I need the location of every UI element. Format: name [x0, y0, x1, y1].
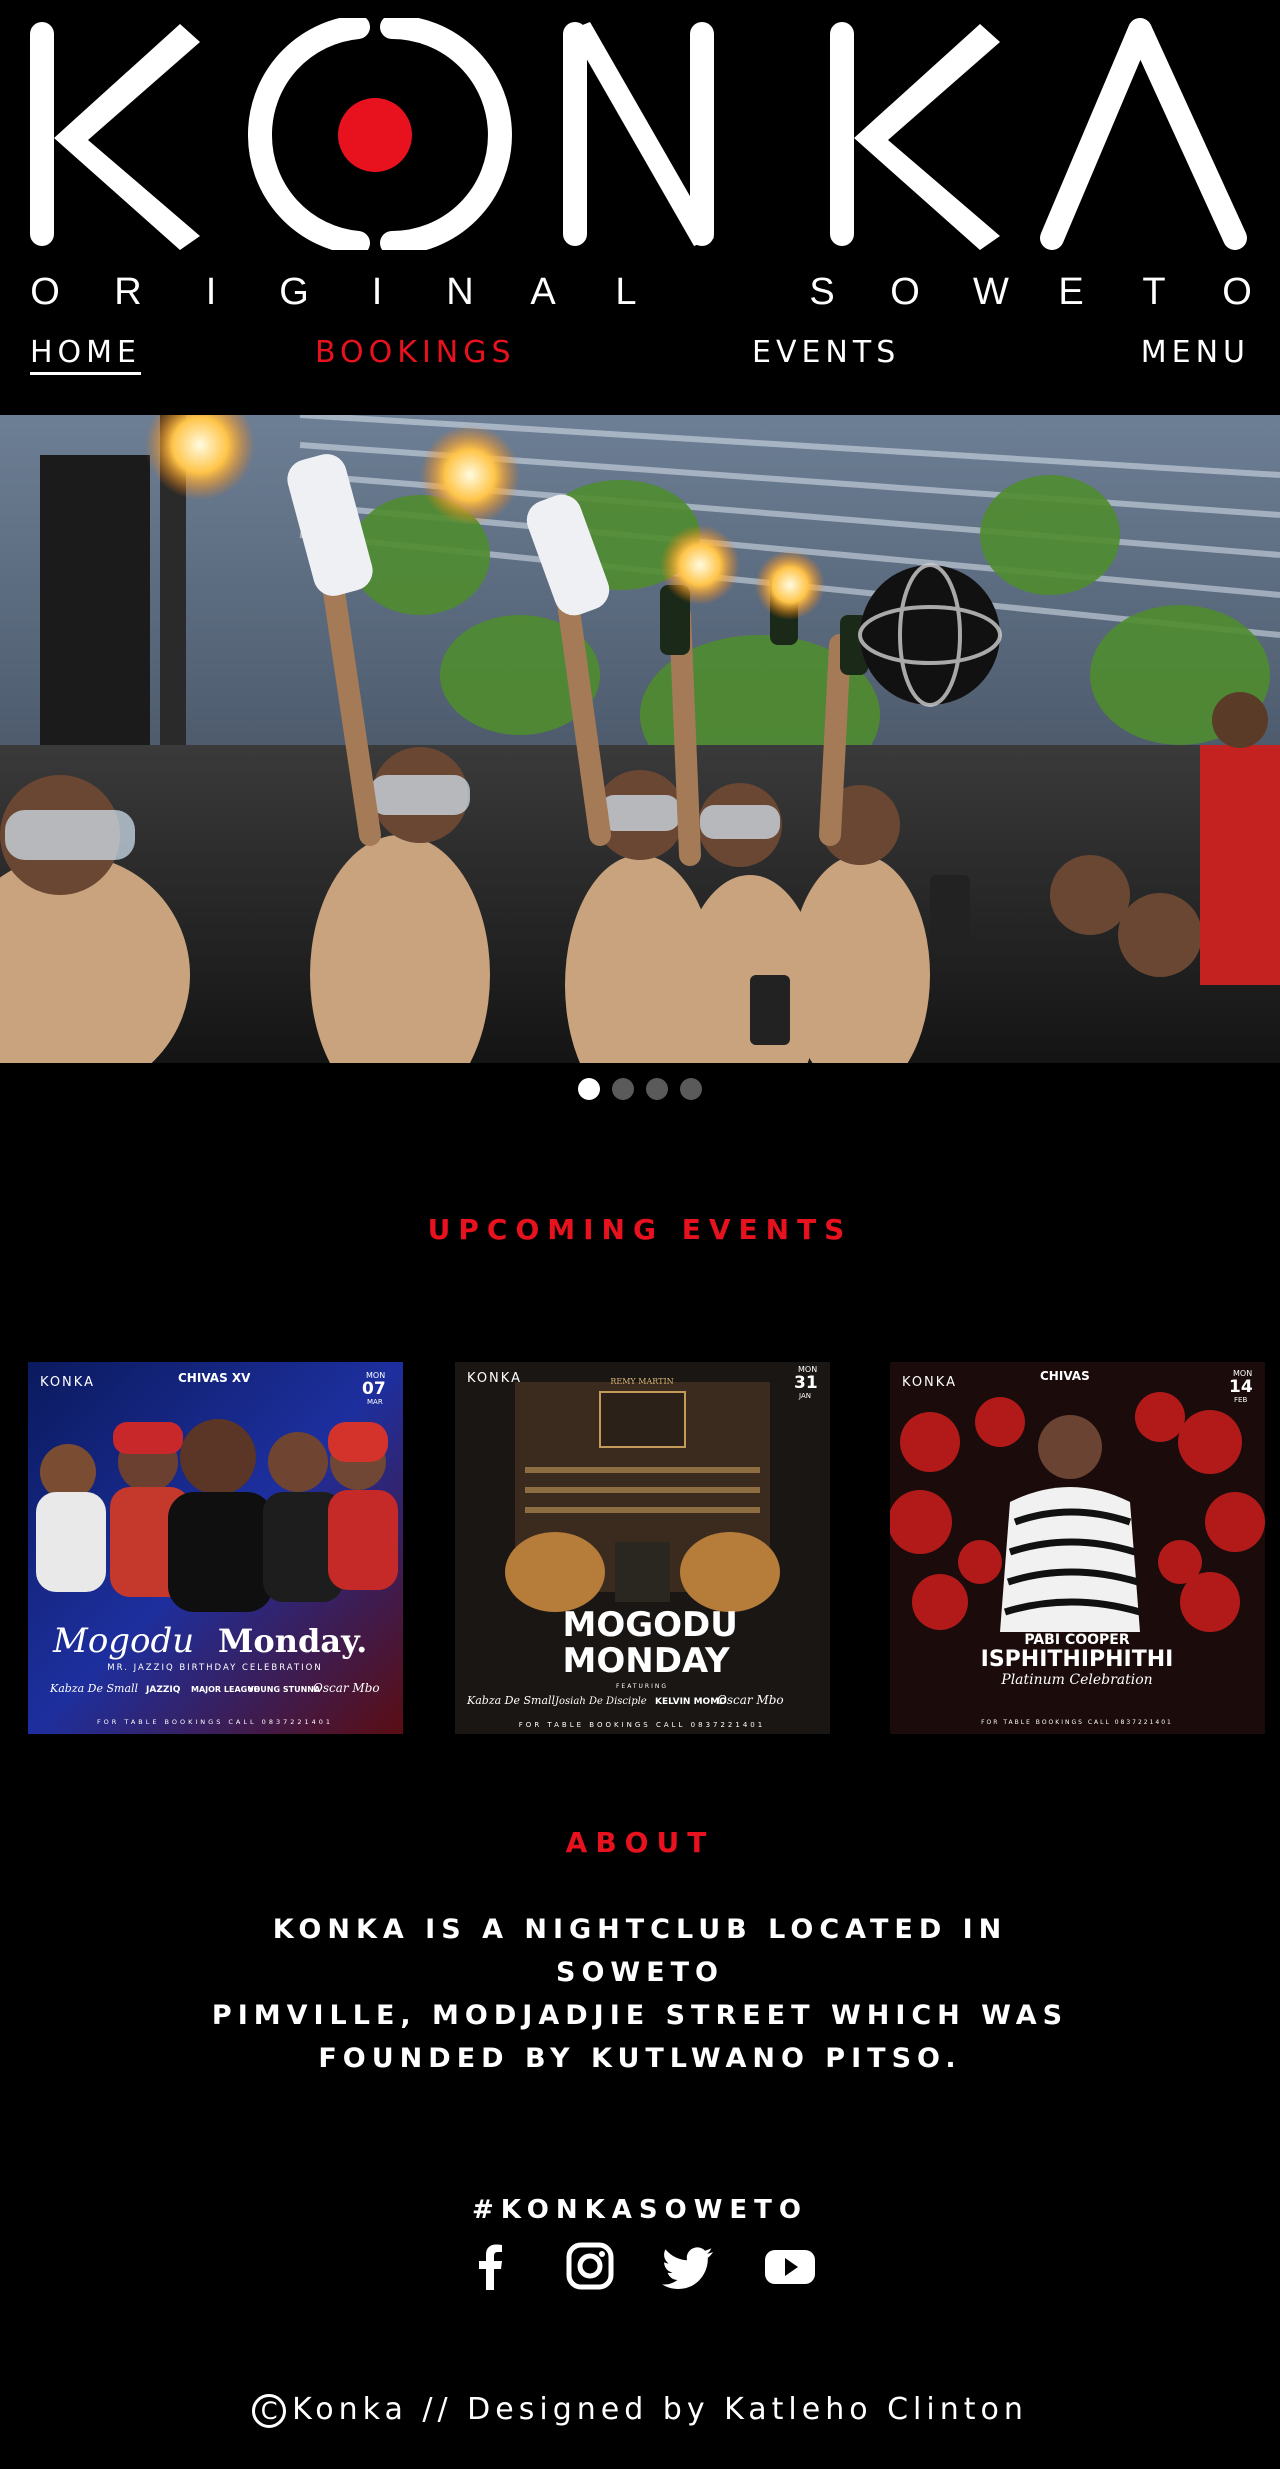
about-line: FOUNDED BY KUTLWANO PITSO. [318, 2043, 962, 2074]
event-card-1[interactable]: KONKA CHIVAS XV MON 07 MAR Mogodu Monday… [28, 1362, 403, 1734]
tagline-letter: N [446, 270, 474, 313]
hashtag: #KONKASOWETO [471, 2195, 808, 2225]
twitter-icon[interactable] [661, 2238, 719, 2294]
logo-letter-k [30, 22, 200, 250]
card-month: MAR [367, 1398, 383, 1406]
card-subtitle: MR. JAZZIQ BIRTHDAY CELEBRATION [107, 1663, 322, 1673]
carousel-dot-2[interactable] [612, 1078, 634, 1100]
logo-letter-o [247, 18, 512, 250]
nav-events[interactable]: EVENTS [752, 335, 900, 370]
tagline-letter: S [809, 270, 835, 313]
main-nav: HOME BOOKINGS EVENTS MENU [30, 335, 1250, 385]
logo-letter-n [563, 22, 714, 246]
tagline-letter: I [371, 270, 383, 313]
tagline-letter: O [30, 270, 60, 313]
card-lineup: Oscar Mbo [717, 1693, 784, 1707]
tagline-letter: W [973, 270, 1009, 313]
about-line: PIMVILLE, MODJADJIE STREET WHICH WAS [211, 2000, 1069, 2031]
tagline-letter: T [1142, 270, 1166, 313]
card-lineup: Kabza De Small [49, 1682, 139, 1695]
tagline-letter: A [530, 270, 556, 313]
card-lineup: JAZZIQ [145, 1685, 181, 1695]
tagline-letter: L [615, 270, 637, 313]
tagline-letter: I [205, 270, 217, 313]
card-headline-script: Mogodu [52, 1621, 194, 1661]
hero-slide-image[interactable] [0, 415, 1280, 1063]
events-row: KONKA CHIVAS XV MON 07 MAR Mogodu Monday… [0, 1362, 1280, 1742]
card-booking-line: FOR TABLE BOOKINGS CALL 0837221401 [97, 1718, 333, 1726]
card-subtitle: FEATURING [616, 1683, 668, 1690]
footer-text: Konka // Designed by Katleho Clinton [292, 2392, 1028, 2427]
tagline-letter: G [279, 270, 309, 313]
logo-letter-a [1040, 18, 1247, 250]
upcoming-events-title: UPCOMING EVENTS [427, 1213, 853, 1246]
carousel-dot-4[interactable] [680, 1078, 702, 1100]
card-sponsor: CHIVAS [1040, 1369, 1090, 1383]
nav-bookings[interactable]: BOOKINGS [315, 335, 516, 370]
card-booking-line: FOR TABLE BOOKINGS CALL 0837221401 [981, 1719, 1173, 1726]
card-date: 14 [1229, 1377, 1253, 1397]
footer: C Konka // Designed by Katleho Clinton [0, 2392, 1280, 2428]
card-sponsor: REMY MARTIN [610, 1377, 673, 1386]
card-month: JAN [798, 1392, 811, 1400]
carousel-dot-1[interactable] [578, 1078, 600, 1100]
logo-letter-k-2 [830, 22, 1000, 250]
carousel-dot-3[interactable] [646, 1078, 668, 1100]
facebook-icon[interactable] [461, 2238, 519, 2294]
konka-logo[interactable] [30, 18, 1250, 250]
card-headline: Monday. [218, 1622, 367, 1660]
about-line: KONKA IS A NIGHTCLUB LOCATED IN SOWETO [272, 1914, 1008, 1988]
youtube-icon[interactable] [761, 2238, 819, 2294]
nav-menu[interactable]: MENU [1141, 335, 1250, 370]
event-card-2[interactable]: REMY MARTIN KONKA MON 31 JAN MOGODU MOND… [455, 1362, 830, 1734]
card-brand: KONKA [467, 1371, 522, 1386]
about-text: KONKA IS A NIGHTCLUB LOCATED IN SOWETO P… [200, 1908, 1080, 2080]
tagline-letter: O [890, 270, 920, 313]
card-lineup: Kabza De Small [466, 1694, 556, 1707]
card-date: 07 [362, 1379, 386, 1399]
card-subtitle: Platinum Celebration [1000, 1672, 1152, 1688]
card-sponsor: CHIVAS XV [178, 1371, 251, 1385]
logo-red-dot [338, 98, 412, 172]
hero-carousel-dots [0, 1078, 1280, 1100]
card-headline-small: PABI COOPER [1024, 1632, 1129, 1648]
card-month: FEB [1234, 1396, 1247, 1404]
card-headline: MOGODU MONDAY [562, 1607, 738, 1681]
card-headline: ISPHITHIPHITHI [981, 1647, 1174, 1672]
card-lineup: YOUNG STUNNA [247, 1685, 321, 1694]
card-booking-line: FOR TABLE BOOKINGS CALL 0837221401 [519, 1721, 765, 1729]
event-card-3[interactable]: KONKA CHIVAS MON 14 FEB PABI COOPER ISPH… [890, 1362, 1265, 1734]
instagram-icon[interactable] [561, 2238, 619, 2294]
card-brand: KONKA [40, 1375, 95, 1390]
social-links [0, 2238, 1280, 2294]
tagline-letter: R [114, 270, 142, 313]
copyright-icon: C [252, 2393, 287, 2428]
tagline-letter: O [1222, 270, 1252, 313]
card-brand: KONKA [902, 1375, 957, 1390]
card-lineup: Oscar Mbo [313, 1681, 380, 1695]
about-title: ABOUT [565, 1826, 715, 1859]
tagline-original-soweto: O R I G I N A L S O W E T O [30, 270, 1252, 313]
card-lineup: Josiah De Disciple [553, 1696, 647, 1707]
nav-home[interactable]: HOME [30, 335, 142, 375]
tagline-letter: E [1058, 270, 1084, 313]
card-date: 31 [794, 1373, 818, 1393]
